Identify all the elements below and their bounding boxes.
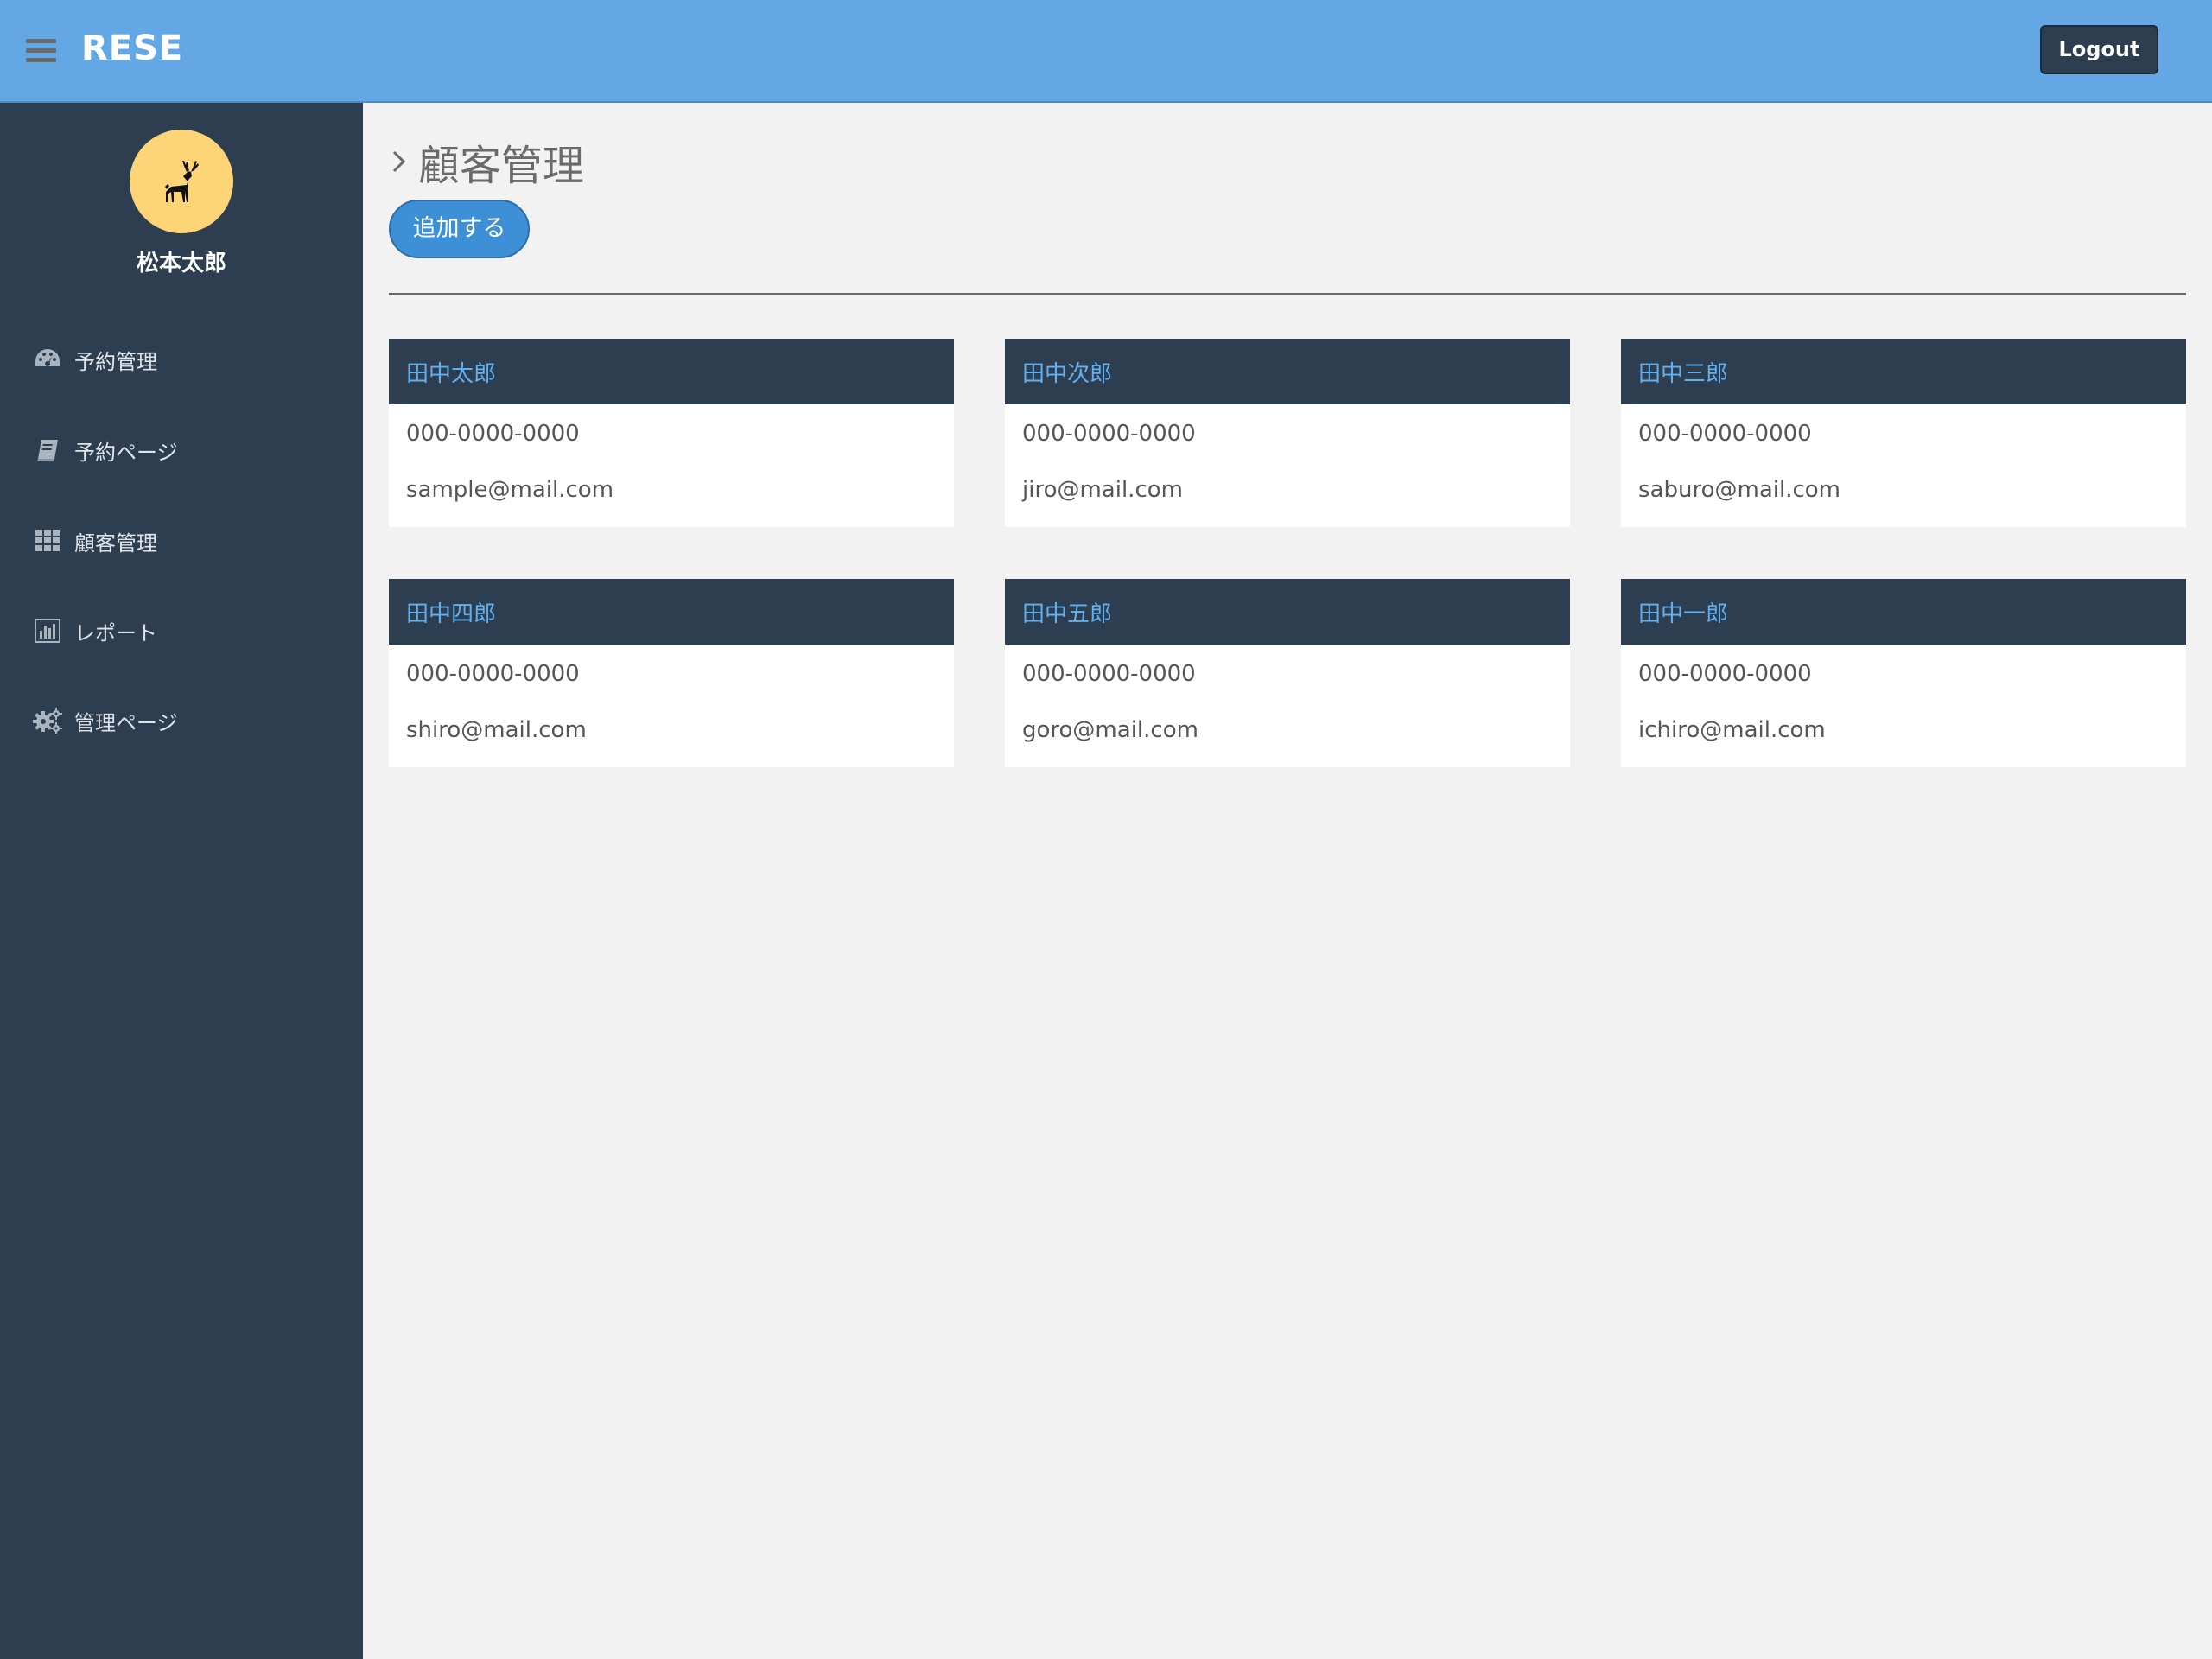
customer-email: saburo@mail.com [1638, 477, 1840, 503]
customer-phone: 000-0000-0000 [406, 421, 580, 447]
divider [389, 293, 2186, 295]
page-title: 顧客管理 [389, 134, 585, 190]
main-content: 顧客管理 追加する 田中太郎 000-0000-0000 sample@mail… [363, 103, 2212, 1659]
customer-card[interactable]: 田中太郎 000-0000-0000 sample@mail.com [389, 339, 954, 527]
book-icon [33, 435, 62, 465]
sidebar-item-label: 予約ページ [74, 440, 178, 465]
deer-icon [165, 161, 199, 202]
customer-card[interactable]: 田中四郎 000-0000-0000 shiro@mail.com [389, 579, 954, 767]
dashboard-icon [33, 345, 62, 374]
customer-name[interactable]: 田中五郎 [1005, 579, 1570, 645]
customer-name[interactable]: 田中三郎 [1621, 339, 2186, 404]
customer-card[interactable]: 田中一郎 000-0000-0000 ichiro@mail.com [1621, 579, 2186, 767]
customer-name[interactable]: 田中一郎 [1621, 579, 2186, 645]
sidebar-item-customer-management[interactable]: 顧客管理 [33, 520, 344, 562]
customer-name[interactable]: 田中四郎 [389, 579, 954, 645]
avatar [130, 130, 233, 233]
bar-chart-icon [33, 616, 62, 645]
customer-name[interactable]: 田中次郎 [1005, 339, 1570, 404]
sidebar-item-label: レポート [74, 620, 157, 645]
sidebar-item-report[interactable]: レポート [33, 610, 344, 652]
hamburger-menu-icon[interactable] [26, 39, 56, 63]
add-customer-button[interactable]: 追加する [389, 200, 530, 258]
sidebar-item-admin-page[interactable]: 管理ページ [33, 700, 344, 741]
customer-email: jiro@mail.com [1022, 477, 1183, 503]
customer-name[interactable]: 田中太郎 [389, 339, 954, 404]
sidebar-item-label: 予約管理 [74, 349, 157, 374]
grid-icon [33, 526, 62, 556]
customer-phone: 000-0000-0000 [1022, 661, 1196, 687]
customer-phone: 000-0000-0000 [1638, 661, 1812, 687]
top-bar: RESE Logout [0, 0, 2212, 103]
customer-email: goro@mail.com [1022, 717, 1198, 743]
sidebar-item-label: 管理ページ [74, 710, 178, 735]
customer-card[interactable]: 田中三郎 000-0000-0000 saburo@mail.com [1621, 339, 2186, 527]
customer-phone: 000-0000-0000 [406, 661, 580, 687]
logout-button[interactable]: Logout [2040, 25, 2158, 74]
customer-email: shiro@mail.com [406, 717, 587, 743]
gears-icon [33, 706, 62, 735]
customer-email: ichiro@mail.com [1638, 717, 1826, 743]
sidebar-item-label: 顧客管理 [74, 531, 157, 556]
customer-card[interactable]: 田中次郎 000-0000-0000 jiro@mail.com [1005, 339, 1570, 527]
sidebar: 松本太郎 予約管理 予約ページ 顧客管理 レポート 管理ページ [0, 103, 363, 1659]
sidebar-item-reservation-page[interactable]: 予約ページ [33, 429, 344, 471]
sidebar-item-reservation-management[interactable]: 予約管理 [33, 339, 344, 380]
app-brand[interactable]: RESE [81, 24, 183, 73]
customer-phone: 000-0000-0000 [1638, 421, 1812, 447]
user-name: 松本太郎 [136, 251, 226, 276]
customer-phone: 000-0000-0000 [1022, 421, 1196, 447]
page-title-text: 顧客管理 [418, 142, 585, 190]
customer-email: sample@mail.com [406, 477, 614, 503]
chevron-right-icon [392, 150, 406, 173]
customer-card[interactable]: 田中五郎 000-0000-0000 goro@mail.com [1005, 579, 1570, 767]
